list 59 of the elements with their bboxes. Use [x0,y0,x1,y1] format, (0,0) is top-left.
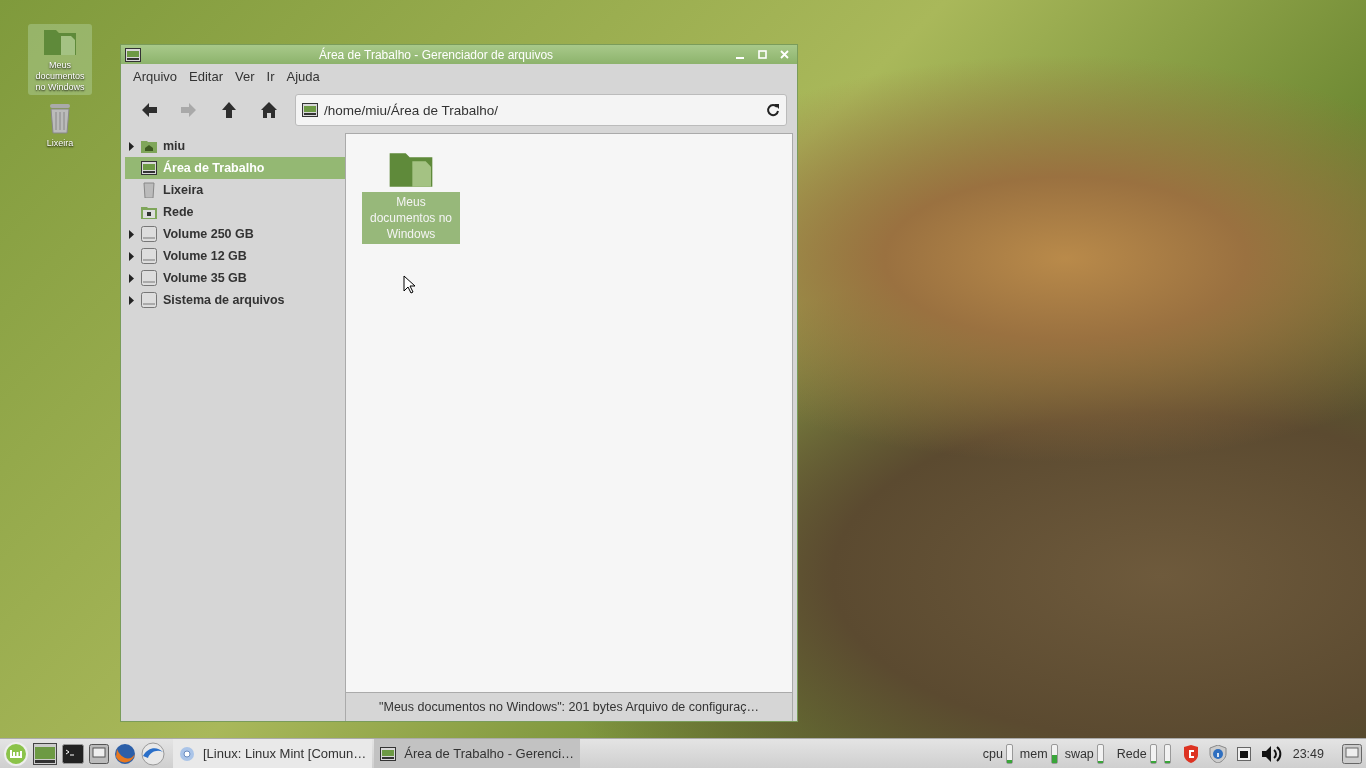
menu-item[interactable]: Ajuda [280,68,326,84]
shortcut-label: Lixeira [46,138,74,149]
computer-icon[interactable] [89,743,109,764]
drive-icon [141,226,157,242]
menu-item[interactable]: Editar [183,68,230,84]
menu-item[interactable]: Ir [260,68,281,84]
minimize-icon [736,56,744,59]
expander-icon[interactable] [129,295,134,305]
shortcut-label: Meus documentos no Windows [34,60,86,93]
window-title: Área de Trabalho - Gerenciador de arquivos [317,47,555,62]
network-folder-icon [141,205,157,219]
window-app-icon [125,47,141,62]
sidebar-item[interactable]: Sistema de arquivos [125,289,345,311]
trash-icon [143,182,155,198]
taskbar-window-button[interactable]: [Linux: Linux Mint [Comun… [173,739,373,768]
meter-label: Rede [1116,746,1147,761]
ethernet-icon[interactable] [1236,746,1251,761]
globe-icon [179,745,195,762]
file-manager-icon [380,746,397,761]
mouse-cursor-icon [403,275,415,294]
expander-icon[interactable] [129,251,134,261]
meter-label: swap [1064,746,1094,761]
sidebar-item[interactable]: Volume 35 GB [125,267,345,289]
drive-icon [141,248,157,264]
back-arrow-icon [140,101,158,119]
location-field[interactable]: /home/miu/Área de Trabalho/ [295,94,787,126]
up-arrow-icon [220,101,238,119]
show-desktop-icon[interactable] [1342,743,1362,764]
sidebar-item[interactable]: Lixeira [125,179,345,201]
sidebar-item[interactable]: Rede [125,201,345,223]
terminal-icon[interactable] [62,743,84,764]
meter-label: mem [1019,746,1048,761]
expander-icon[interactable] [129,141,134,151]
volume-icon[interactable] [1260,744,1283,763]
maximize-icon [757,50,767,59]
drive-icon [141,292,157,308]
sidebar-item[interactable]: miu [125,135,345,157]
close-icon [779,50,789,59]
taskbar-window-button[interactable]: Área de Trabalho - Gerenci… [374,739,581,768]
forward-arrow-icon [180,101,198,119]
meter-label: cpu [982,746,1003,761]
bird-envelope-icon[interactable] [141,741,165,766]
desktop-icon [141,161,157,175]
home-folder-icon [141,139,157,153]
menu-item[interactable]: Ver [229,68,261,84]
globe-fox-icon[interactable] [114,742,136,765]
reload-icon[interactable] [766,103,780,117]
sidebar-item[interactable]: Volume 12 GB [125,245,345,267]
expander-icon[interactable] [129,229,134,239]
expander-icon[interactable] [129,273,134,283]
clock[interactable]: 23:49 [1292,746,1324,761]
trash-icon [48,102,72,134]
drive-icon [141,270,157,286]
shield-c-icon[interactable] [1182,744,1199,763]
sidebar-item[interactable]: Volume 250 GB [125,223,345,245]
menu-item[interactable]: Arquivo [127,68,184,84]
desktop-icon [302,103,318,117]
shield-info-icon[interactable] [1208,744,1227,763]
file-manager-icon[interactable] [33,742,57,765]
